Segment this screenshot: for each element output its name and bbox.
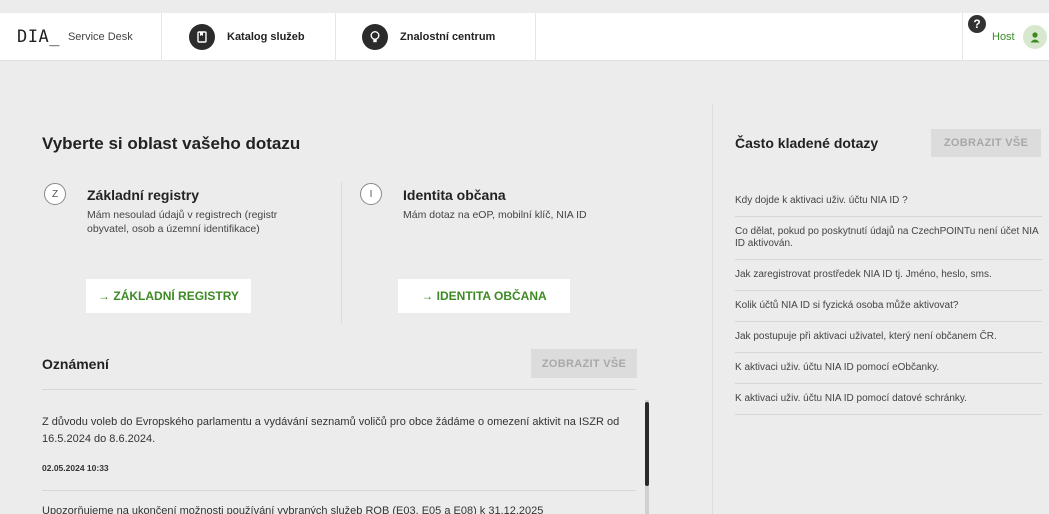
faq-list: Kdy dojde k aktivaci uživ. účtu NIA ID ?… [735, 186, 1042, 415]
catalog-icon [189, 24, 215, 50]
help-icon[interactable]: ? [968, 15, 986, 33]
announcement-date: 02.05.2024 10:33 [42, 463, 109, 473]
lightbulb-icon [362, 24, 388, 50]
nav-catalog-label[interactable]: Katalog služeb [227, 31, 305, 43]
area-description: Mám nesoulad údajů v registrech (registr… [87, 209, 278, 235]
announcements-title: Oznámení [42, 356, 109, 372]
identita-obcana-button[interactable]: → IDENTITA OBČANA [398, 279, 570, 313]
brand-subtitle[interactable]: Service Desk [68, 31, 133, 43]
area-badge-icon: Z [44, 183, 66, 205]
top-navigation-bar: DIA_ Service Desk Katalog služeb Znalost… [0, 13, 1049, 61]
faq-show-all-button[interactable]: ZOBRAZIT VŠE [931, 129, 1041, 157]
area-title: Základní registry [87, 187, 200, 203]
faq-item[interactable]: K aktivaci uživ. účtu NIA ID pomocí eObč… [735, 353, 1042, 384]
faq-item[interactable]: Kolik účtů NIA ID si fyzická osoba může … [735, 291, 1042, 322]
faq-item[interactable]: Kdy dojde k aktivaci uživ. účtu NIA ID ? [735, 186, 1042, 217]
zakladni-registry-button[interactable]: → ZÁKLADNÍ REGISTRY [86, 279, 251, 313]
brand-logo[interactable]: DIA_ [17, 27, 60, 47]
user-label[interactable]: Host [992, 31, 1015, 43]
user-avatar-icon[interactable] [1022, 25, 1047, 49]
announcements-show-all-button[interactable]: ZOBRAZIT VŠE [531, 349, 637, 378]
faq-title: Často kladené dotazy [735, 135, 879, 151]
nav-knowledge-center[interactable]: Znalostní centrum [336, 13, 536, 61]
faq-divider [712, 104, 713, 514]
nav-catalog[interactable]: Katalog služeb [162, 13, 336, 61]
faq-item[interactable]: K aktivaci uživ. účtu NIA ID pomocí dato… [735, 384, 1042, 415]
user-menu[interactable]: Host [992, 13, 1047, 61]
faq-item[interactable]: Jak postupuje při aktivaci uživatel, kte… [735, 322, 1042, 353]
area-divider [341, 182, 342, 324]
area-title: Identita občana [403, 187, 506, 203]
divider [42, 490, 636, 491]
announcement-text: Z důvodu voleb do Evropského parlamentu … [42, 416, 620, 445]
announcements-scrollbar-thumb[interactable] [645, 402, 649, 486]
area-badge-icon: I [360, 183, 382, 205]
faq-item[interactable]: Co dělat, pokud po poskytnutí údajů na C… [735, 217, 1042, 260]
announcement-text: Upozorňujeme na ukončení možnosti použív… [42, 505, 544, 514]
area-description: Mám dotaz na eOP, mobilní klíč, NIA ID [403, 209, 587, 221]
page-title: Vyberte si oblast vašeho dotazu [42, 134, 301, 153]
brand[interactable]: DIA_ Service Desk [0, 13, 162, 61]
divider [42, 389, 636, 390]
faq-item[interactable]: Jak zaregistrovat prostředek NIA ID tj. … [735, 260, 1042, 291]
nav-knowledge-label[interactable]: Znalostní centrum [400, 31, 495, 43]
help-divider [962, 13, 963, 61]
